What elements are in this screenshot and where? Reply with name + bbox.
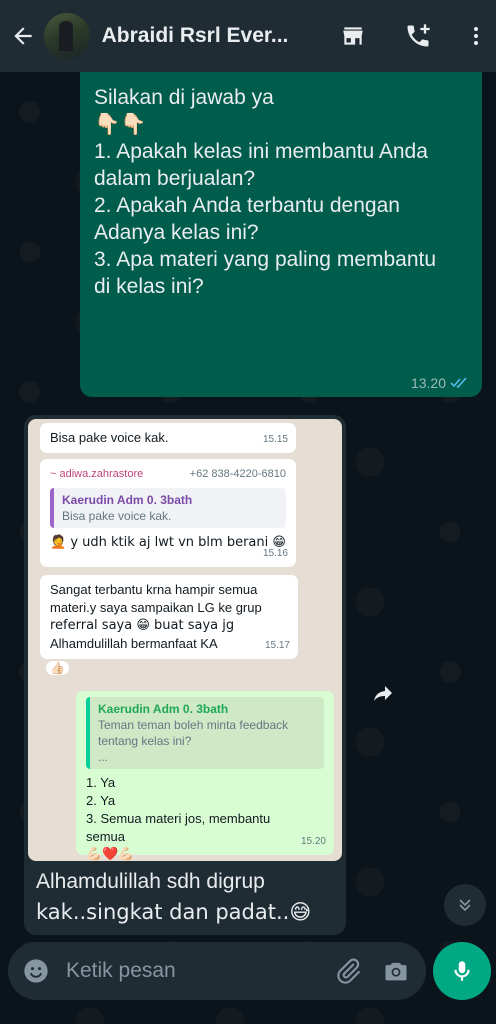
message-text: 🤦 y udh ktik aj lwt vn blm berani 😁 [50,535,286,550]
caption-line: kak..singkat dan padat..😅 [36,900,312,924]
voice-message-button[interactable] [433,942,491,1000]
message-line: referral saya 😁 buat saya jg [50,618,235,633]
message-time: 15.15 [262,434,288,445]
contact-avatar[interactable] [43,13,90,59]
sender-phone: +62 838-4220-6810 [189,468,286,480]
arrow-left-icon [14,27,32,45]
emoji-icon [24,959,48,983]
message-line: semua [86,829,126,844]
message-reaction: 👍🏻 [46,661,69,675]
paperclip-icon [337,958,360,984]
caption-text: Alhamdulillah sdh digrup kak..singkat da… [36,867,336,927]
message-line: Sangat terbantu krna hampir semua [50,582,258,597]
message-line: Silakan di jawab ya [94,86,274,109]
message-meta: 13.20 [411,375,470,391]
shared-image[interactable]: Bisa pake voice kak. 15.15 ~ adiwa.zahra… [28,419,342,861]
quoted-message: Kaerudin Adm 0. 3bath Bisa pake voice ka… [50,488,286,528]
sender-name: ~ adiwa.zahrastore [50,468,144,480]
message-line: 2. Ya [86,793,116,808]
shop-button[interactable] [333,16,373,56]
message-composer: Ketik pesan [8,942,426,1000]
message-text: Bisa pake voice kak. [50,430,169,445]
contact-name[interactable]: Abraidi Rsrl Ever... [102,24,319,48]
chevron-double-down-icon [459,899,471,912]
message-line: 👇🏻👇🏻 [94,112,147,136]
message-line: materi.y saya sampaikan LG ke grup [50,600,262,615]
image-chat-message: Bisa pake voice kak. 15.15 [40,423,296,453]
message-line: 3. Apa materi yang paling membantu [94,248,437,271]
message-line: 2. Apakah Anda terbantu dengan [94,194,400,217]
call-add-icon [407,24,430,47]
scroll-down-button[interactable] [444,884,486,926]
chat-header: Abraidi Rsrl Ever... [0,0,496,72]
camera-icon [385,962,407,981]
back-button[interactable] [8,23,38,49]
forward-button[interactable] [366,676,400,710]
message-line: Adanya kelas ini? [94,221,259,244]
quote-line: tentang kelas ini? [98,734,192,748]
message-time: 15.20 [300,836,326,847]
message-time: 15.17 [264,640,290,651]
emoji-button[interactable] [22,957,50,985]
message-line: Alhamdulillah bermanfaat KA [50,636,218,651]
message-emojis: 💪🏻❤️💪🏻 [86,847,135,861]
quoted-message: Kaerudin Adm 0. 3bath Teman teman boleh … [86,697,324,769]
forward-icon [374,686,392,701]
attach-button[interactable] [334,957,362,985]
incoming-message[interactable]: Bisa pake voice kak. 15.15 ~ adiwa.zahra… [24,415,346,935]
message-line: 1. Ya [86,775,116,790]
quote-text: Bisa pake voice kak. [62,509,172,523]
message-line: dalam berjualan? [94,167,256,190]
image-chat-message: Kaerudin Adm 0. 3bath Teman teman boleh … [76,691,334,861]
quote-author: Kaerudin Adm 0. 3bath [98,702,229,716]
shop-icon [342,27,363,45]
double-check-icon [450,377,467,389]
message-line: 3. Semua materi jos, membantu [86,811,271,826]
quote-author: Kaerudin Adm 0. 3bath [62,493,193,507]
message-time: 13.20 [410,375,446,391]
quote-line: Teman teman boleh minta feedback [98,718,289,732]
image-chat-message: ~ adiwa.zahrastore +62 838-4220-6810 Kae… [40,459,296,567]
more-vert-icon [474,27,479,45]
message-time: 15.16 [262,548,288,559]
quote-line: ... [98,750,109,764]
add-call-button[interactable] [398,16,438,56]
image-chat-message: Sangat terbantu krna hampir semua materi… [40,575,298,659]
message-input[interactable]: Ketik pesan [66,959,334,983]
outgoing-message[interactable]: Silakan di jawab ya 👇🏻👇🏻 1. Apakah kelas… [80,72,482,397]
menu-button[interactable] [456,16,496,56]
message-line: 1. Apakah kelas ini membantu Anda [94,140,428,163]
camera-button[interactable] [382,957,410,985]
caption-line: Alhamdulillah sdh digrup [36,870,265,893]
mic-icon [454,961,470,981]
message-line: di kelas ini? [94,275,204,298]
